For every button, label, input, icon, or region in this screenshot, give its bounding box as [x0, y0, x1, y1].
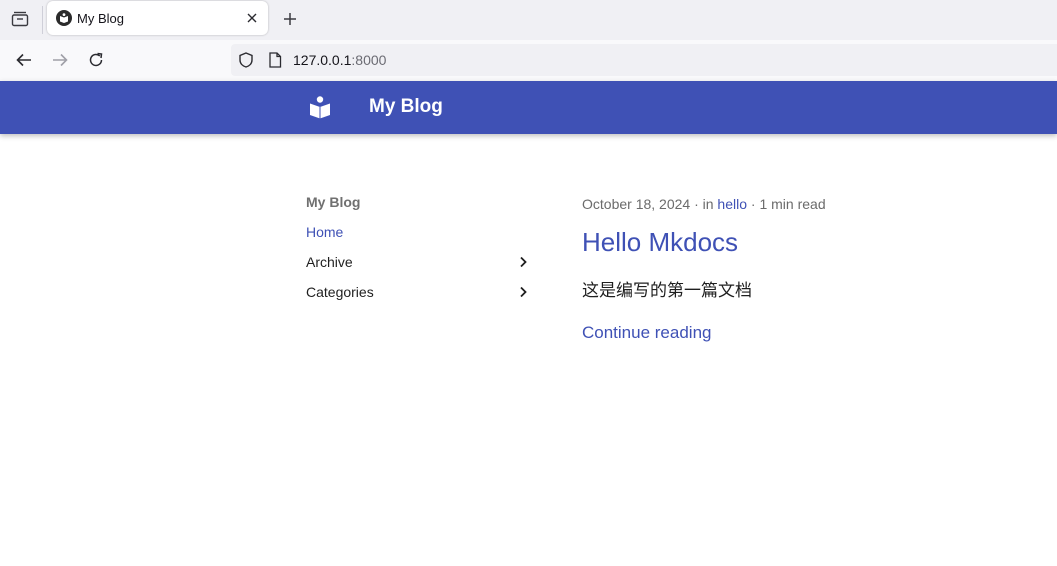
- page-icon[interactable]: [268, 52, 282, 73]
- post-excerpt-card: October 18, 2024 · in hello · 1 min read…: [582, 196, 1002, 343]
- meta-separator: · in: [690, 196, 718, 212]
- url-port: :8000: [351, 52, 387, 68]
- tab-title: My Blog: [77, 11, 124, 26]
- url-bar[interactable]: 127.0.0.1:8000: [231, 44, 1057, 76]
- favicon-icon: [56, 10, 72, 26]
- meta-separator: ·: [747, 196, 760, 212]
- chevron-right-icon[interactable]: [516, 284, 530, 298]
- shield-icon[interactable]: [238, 52, 254, 73]
- browser-tab-strip: My Blog: [0, 0, 1057, 40]
- tab-divider: [42, 6, 43, 34]
- close-icon[interactable]: [243, 9, 261, 27]
- active-tab[interactable]: My Blog: [47, 1, 268, 35]
- sidebar-item-label: Archive: [306, 254, 353, 270]
- continue-reading-link[interactable]: Continue reading: [582, 323, 711, 343]
- post-read-time: 1 min read: [759, 196, 826, 212]
- post-category-link[interactable]: hello: [717, 196, 747, 212]
- site-title[interactable]: My Blog: [369, 96, 443, 118]
- url-text[interactable]: 127.0.0.1:8000: [293, 52, 386, 68]
- post-meta: October 18, 2024 · in hello · 1 min read: [582, 196, 1002, 218]
- sidebar-title: My Blog: [306, 194, 361, 210]
- site-header: My Blog: [0, 81, 1057, 134]
- arrow-left-icon[interactable]: [12, 49, 36, 71]
- reload-icon[interactable]: [84, 49, 108, 71]
- url-host: 127.0.0.1: [293, 52, 352, 68]
- chevron-right-icon[interactable]: [516, 254, 530, 268]
- sidebar-item-label: Home: [306, 224, 344, 240]
- browser-nav-bar: 127.0.0.1:8000: [0, 40, 1057, 81]
- post-title[interactable]: Hello Mkdocs: [582, 227, 1002, 258]
- post-excerpt-text: 这是编写的第一篇文档: [582, 281, 752, 301]
- plus-icon[interactable]: [278, 7, 302, 31]
- sidebar-item-label: Categories: [306, 284, 374, 300]
- tab-list-icon[interactable]: [8, 8, 32, 30]
- sidebar-item-home[interactable]: Home: [306, 214, 536, 244]
- arrow-right-icon[interactable]: [48, 49, 72, 71]
- post-date: October 18, 2024: [582, 196, 691, 212]
- book-reader-icon[interactable]: [308, 95, 332, 119]
- sidebar-nav: My Blog Home Archive Categories: [306, 194, 536, 304]
- sidebar-item-archive[interactable]: Archive: [306, 244, 536, 274]
- sidebar-item-categories[interactable]: Categories: [306, 274, 536, 304]
